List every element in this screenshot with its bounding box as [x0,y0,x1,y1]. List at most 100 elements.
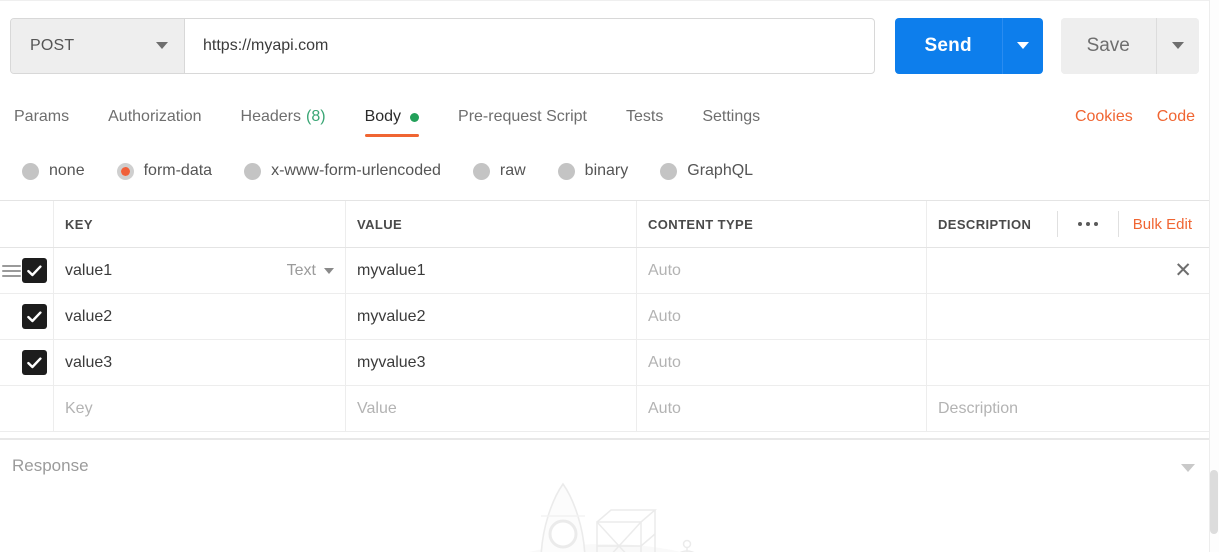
request-url-input[interactable] [185,18,874,73]
new-description-cell[interactable]: Description [927,386,1209,431]
row-value-cell[interactable]: myvalue2 [346,294,637,339]
tab-label: Body [364,108,402,125]
new-value-cell[interactable]: Value [346,386,637,431]
row-content-type-cell[interactable]: Auto [637,248,927,293]
row-content-type-cell[interactable]: Auto [637,294,927,339]
body-mode-radio-group: none form-data x-www-form-urlencoded raw… [0,149,1209,193]
form-data-table: KEY VALUE CONTENT TYPE DESCRIPTION Bulk … [0,200,1209,432]
new-key-cell[interactable]: Key [54,386,346,431]
radio-icon [22,162,39,180]
drag-handle-icon[interactable] [2,262,21,280]
new-content-type-cell[interactable]: Auto [637,386,927,431]
row-enabled-checkbox[interactable] [22,350,47,375]
tab-params[interactable]: Params [14,91,69,143]
ellipsis-icon[interactable] [1072,222,1104,226]
http-method-label: POST [30,36,75,54]
tab-headers[interactable]: Headers (8) [241,91,326,143]
table-header-actions: Bulk Edit [1043,201,1198,247]
row-value-text: myvalue2 [357,307,426,325]
row-key-cell[interactable]: value2 [54,294,346,339]
row-enabled-checkbox[interactable] [22,304,47,329]
body-mode-label: form-data [143,162,213,179]
body-mode-label: GraphQL [687,162,754,179]
header-cell-key: KEY [54,201,346,247]
save-button[interactable]: Save [1060,17,1156,74]
header-label-value: VALUE [357,216,403,232]
row-description-cell[interactable] [927,294,1209,339]
vertical-scrollbar-track[interactable] [1209,0,1219,552]
header-label-description: DESCRIPTION [938,216,1032,232]
new-description-placeholder: Description [938,399,1019,417]
response-collapse-chevron-down-icon[interactable] [1181,464,1195,472]
row-content-type-text: Auto [648,307,681,325]
row-value-text: myvalue3 [357,353,426,371]
row-description-cell[interactable]: ✕ [927,248,1209,293]
radio-icon [244,162,262,180]
chevron-down-icon [324,267,334,274]
table-row: value3 myvalue3 Auto [0,340,1209,386]
row-check-cell [0,386,54,431]
code-link[interactable]: Code [1157,108,1195,126]
chevron-down-icon [156,42,168,49]
tab-settings[interactable]: Settings [702,91,760,143]
body-mode-none[interactable]: none [22,162,85,180]
vertical-scrollbar-thumb[interactable] [1210,470,1218,534]
row-key-cell[interactable]: value3 [54,340,346,385]
row-check-cell [0,340,54,385]
row-description-cell[interactable] [927,340,1209,385]
row-check-cell [0,294,54,339]
http-method-select[interactable]: POST [11,18,185,73]
tab-label: Settings [702,108,761,125]
radio-icon [472,162,490,180]
header-cell-content-type: CONTENT TYPE [637,201,927,247]
bulk-edit-button[interactable]: Bulk Edit [1133,216,1198,233]
radio-icon [557,162,575,180]
body-mode-x-www-form-urlencoded[interactable]: x-www-form-urlencoded [244,162,441,180]
headers-count-badge: (8) [306,108,326,125]
header-cell-check [0,201,54,247]
row-key-value: value3 [65,353,113,371]
body-mode-form-data[interactable]: form-data [116,162,213,180]
body-mode-label: x-www-form-urlencoded [271,162,441,179]
divider [1117,211,1119,237]
chevron-down-icon [1171,42,1184,49]
body-mode-graphql[interactable]: GraphQL [660,162,753,180]
tabs-right-links: Cookies Code [1051,108,1195,126]
radio-icon [660,162,678,180]
chevron-down-icon [1016,42,1029,49]
cookies-link[interactable]: Cookies [1075,108,1133,126]
tab-tests[interactable]: Tests [626,91,663,143]
request-bar: POST Send Save [0,0,1209,91]
tab-pre-request-script[interactable]: Pre-request Script [458,91,587,143]
save-options-button[interactable] [1155,17,1199,74]
new-content-type-placeholder: Auto [648,399,681,417]
row-content-type-text: Auto [648,261,681,279]
row-type-dropdown[interactable]: Text [287,262,334,280]
rocket-launchpad-illustration [475,470,735,552]
tab-authorization[interactable]: Authorization [108,91,201,143]
save-button-group: Save [1060,17,1199,74]
row-content-type-cell[interactable]: Auto [637,340,927,385]
row-value-text: myvalue1 [357,261,426,279]
method-url-group: POST [10,17,875,74]
row-check-cell [0,248,54,293]
body-active-dot-icon [410,112,420,122]
send-button[interactable]: Send [894,17,1002,74]
send-options-button[interactable] [1001,17,1043,74]
tab-body[interactable]: Body [364,91,420,143]
header-label-key: KEY [65,216,93,232]
new-key-placeholder: Key [65,399,93,417]
header-label-content-type: CONTENT TYPE [648,216,754,232]
table-row: value2 myvalue2 Auto [0,294,1209,340]
row-value-cell[interactable]: myvalue3 [346,340,637,385]
tab-label: Headers [240,108,301,125]
body-mode-raw[interactable]: raw [472,162,526,180]
row-enabled-checkbox[interactable] [22,258,47,283]
send-button-group: Send [894,17,1043,74]
row-key-cell[interactable]: value1 Text [54,248,346,293]
row-value-cell[interactable]: myvalue1 [346,248,637,293]
close-icon[interactable]: ✕ [1174,260,1198,281]
body-mode-binary[interactable]: binary [557,162,628,180]
table-header-row: KEY VALUE CONTENT TYPE DESCRIPTION Bulk … [0,201,1209,248]
header-cell-value: VALUE [346,201,637,247]
